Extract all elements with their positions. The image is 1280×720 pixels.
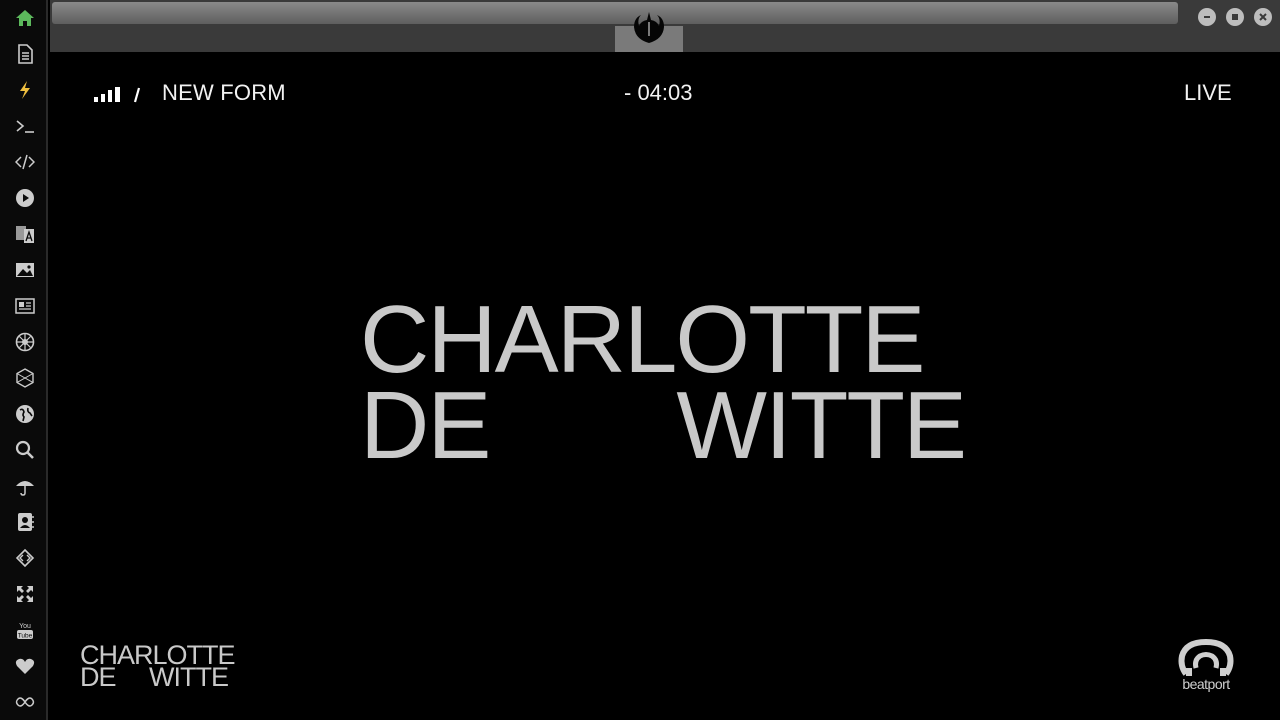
artist-watermark: CHARLOTTE DE WITTE — [80, 642, 236, 692]
minimize-button[interactable] — [1198, 8, 1216, 26]
document-icon[interactable] — [12, 41, 38, 67]
infinity-icon[interactable] — [12, 689, 38, 715]
artist-title-line1: CHARLOTTE — [360, 286, 925, 393]
lightning-icon[interactable] — [12, 77, 38, 103]
news-icon[interactable] — [12, 293, 38, 319]
rebel-alliance-icon — [628, 8, 670, 48]
watermark-de: DE — [80, 662, 117, 692]
live-badge: LIVE — [1184, 80, 1232, 105]
beatport-icon — [1178, 638, 1234, 676]
globe-icon[interactable] — [12, 401, 38, 427]
umbrella-icon[interactable] — [12, 473, 38, 499]
beatport-text: beatport — [1182, 676, 1230, 692]
svg-text:You: You — [19, 623, 31, 630]
terminal-icon[interactable] — [12, 113, 38, 139]
heart-icon[interactable] — [12, 653, 38, 679]
artist-title-de: DE — [360, 372, 491, 479]
beatport-logo: beatport — [1170, 638, 1242, 700]
remaining-time: - 04:03 — [624, 80, 693, 105]
hexagon-icon[interactable] — [12, 365, 38, 391]
home-icon[interactable] — [12, 5, 38, 31]
sidebar: You Tube — [0, 0, 48, 720]
play-icon[interactable] — [12, 185, 38, 211]
contacts-icon[interactable] — [12, 509, 38, 535]
diamond-code-icon[interactable] — [12, 545, 38, 571]
expand-icon[interactable] — [12, 581, 38, 607]
maximize-button[interactable] — [1226, 8, 1244, 26]
artist-title: CHARLOTTE DE WITTE — [360, 286, 970, 479]
video-player[interactable]: NEW FORM - 04:03 LIVE CHARLOTTE DE WITTE… — [50, 52, 1280, 720]
code-icon[interactable] — [12, 149, 38, 175]
program-name: NEW FORM — [162, 80, 286, 105]
artist-title-witte: WITTE — [676, 372, 967, 479]
signal-bars-icon — [94, 85, 144, 103]
address-strip[interactable] — [52, 2, 1178, 24]
svg-text:Tube: Tube — [18, 633, 33, 640]
translate-icon[interactable] — [12, 221, 38, 247]
search-icon[interactable] — [12, 437, 38, 463]
watermark-witte: WITTE — [149, 662, 229, 692]
youtube-icon[interactable]: You Tube — [12, 617, 38, 643]
title-bar — [50, 0, 1280, 52]
image-icon[interactable] — [12, 257, 38, 283]
close-button[interactable] — [1254, 8, 1272, 26]
empire-icon[interactable] — [12, 329, 38, 355]
